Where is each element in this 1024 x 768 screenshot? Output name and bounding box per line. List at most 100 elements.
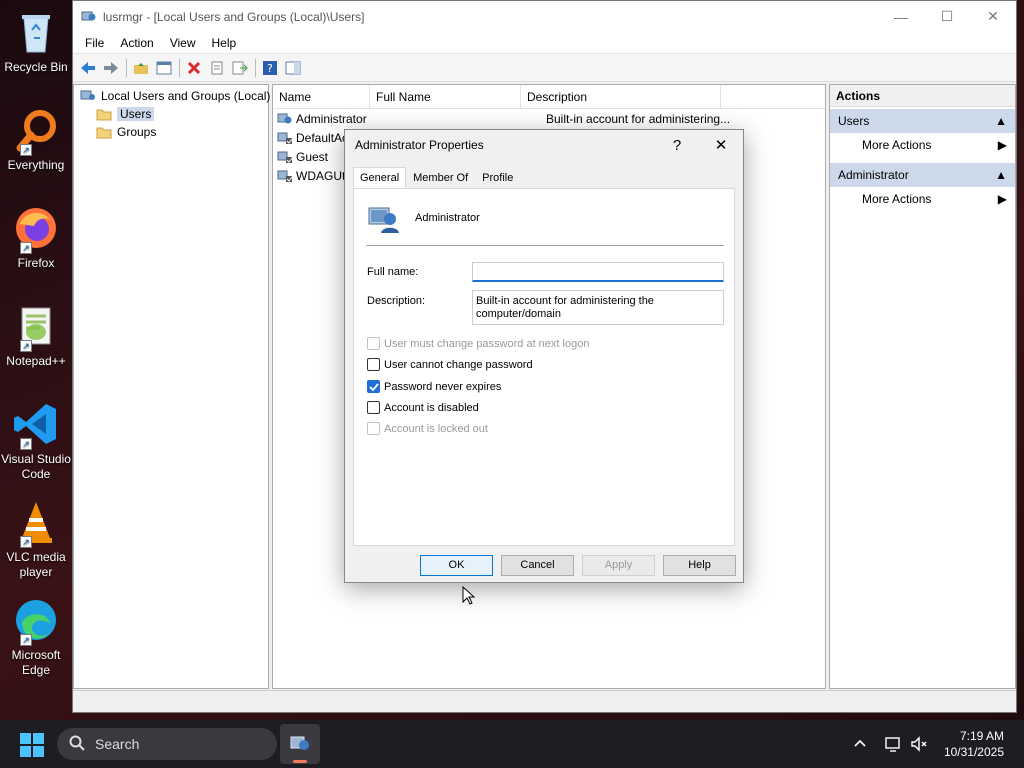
firefox-icon: ↗ (12, 204, 60, 254)
menu-help[interactable]: Help (204, 36, 245, 50)
full-name-field[interactable] (472, 262, 724, 282)
section-title: Users (838, 114, 870, 128)
checkbox-label: Account is locked out (384, 422, 488, 435)
shortcut-arrow-icon: ↗ (20, 536, 32, 548)
tree-root[interactable]: Local Users and Groups (Local) (74, 87, 270, 105)
toolbar-separator (126, 58, 127, 77)
recycle-bin-icon (12, 8, 60, 56)
tab-member-of[interactable]: Member Of (406, 167, 475, 188)
collapse-icon[interactable]: ▲ (995, 168, 1007, 182)
volume-muted-icon[interactable] (910, 735, 928, 756)
desktop-icon-firefox[interactable]: ↗ Firefox (0, 204, 72, 271)
tree-item-label: Groups (117, 125, 157, 139)
user-header: Administrator (366, 201, 480, 235)
submenu-arrow-icon: ▶ (997, 138, 1007, 152)
must-change-password-checkbox[interactable]: User must change password at next logon (367, 337, 589, 350)
desktop-icon-edge[interactable]: ↗ Microsoft Edge (0, 596, 72, 678)
password-never-expires-checkbox[interactable]: Password never expires (367, 380, 501, 393)
column-name[interactable]: Name (273, 85, 370, 109)
user-icon (277, 111, 293, 127)
user-icon (277, 149, 293, 165)
minimize-button[interactable]: — (878, 1, 924, 32)
desktop-icon-notepadpp[interactable]: ↗ Notepad++ (0, 302, 72, 369)
shortcut-arrow-icon: ↗ (20, 634, 32, 646)
list-row[interactable]: Administrator Built-in account for admin… (273, 109, 825, 128)
account-disabled-checkbox[interactable]: Account is disabled (367, 401, 479, 414)
properties-icon[interactable] (206, 57, 228, 79)
submenu-arrow-icon: ▶ (997, 192, 1007, 206)
toolbar-separator (255, 58, 256, 77)
collapse-icon[interactable]: ▲ (995, 114, 1007, 128)
taskbar-clock[interactable]: 7:19 AM 10/31/2025 (944, 728, 1004, 760)
action-label: More Actions (862, 138, 932, 152)
search-icon (69, 735, 85, 754)
checkmark-icon (367, 380, 380, 393)
help-icon[interactable]: ? (259, 57, 281, 79)
checkbox-box (367, 422, 380, 435)
taskbar-lusrmgr-button[interactable] (280, 724, 320, 764)
actions-section-administrator[interactable]: Administrator ▲ (830, 163, 1015, 187)
close-button[interactable]: ✕ (970, 1, 1016, 32)
start-icon[interactable] (20, 733, 44, 760)
maximize-button[interactable]: ☐ (924, 1, 970, 32)
cannot-change-password-checkbox[interactable]: User cannot change password (367, 358, 533, 371)
show-hide-tree-icon[interactable] (153, 57, 175, 79)
tab-profile[interactable]: Profile (475, 167, 520, 188)
menu-file[interactable]: File (77, 36, 112, 50)
user-name-label: Administrator (415, 212, 480, 224)
column-description[interactable]: Description (521, 85, 721, 109)
checkbox-box (367, 401, 380, 414)
clock-time: 7:19 AM (959, 729, 1004, 743)
forward-icon[interactable] (100, 57, 122, 79)
desktop-icon-label: Notepad++ (6, 354, 66, 368)
tab-general[interactable]: General (353, 167, 407, 188)
desktop-icon-recycle-bin[interactable]: Recycle Bin (0, 8, 72, 75)
desktop-icon-everything[interactable]: ↗ Everything (0, 106, 72, 173)
apply-button[interactable]: Apply (582, 555, 655, 576)
description-field[interactable]: Built-in account for administering the c… (472, 290, 724, 325)
user-name: Administrator (296, 111, 367, 126)
more-actions-administrator[interactable]: More Actions ▶ (830, 187, 1015, 211)
cancel-button[interactable]: Cancel (501, 555, 574, 576)
help-button[interactable]: Help (663, 555, 736, 576)
vlc-icon: ↗ (12, 498, 60, 548)
delete-icon[interactable] (183, 57, 205, 79)
tree-item-groups[interactable]: Groups (74, 123, 268, 141)
network-icon[interactable] (884, 735, 902, 756)
menu-action[interactable]: Action (112, 36, 161, 50)
window-titlebar[interactable]: lusrmgr - [Local Users and Groups (Local… (73, 1, 1016, 32)
desktop-icon-vscode[interactable]: ↗ Visual Studio Code (0, 400, 72, 482)
back-icon[interactable] (77, 57, 99, 79)
desktop-icon-vlc[interactable]: ↗ VLC media player (0, 498, 72, 580)
dialog-titlebar[interactable]: Administrator Properties ? ✕ (345, 130, 743, 160)
up-folder-icon[interactable] (130, 57, 152, 79)
description-label: Description: (367, 295, 426, 307)
administrator-properties-dialog: Administrator Properties ? ✕ General Mem… (344, 129, 744, 583)
show-hidden-icons-icon[interactable] (852, 735, 868, 754)
desktop-icon-label: Everything (7, 158, 65, 172)
taskbar: Search 7:19 AM 10/31/2025 (0, 720, 1024, 768)
folder-icon (96, 107, 112, 121)
tree-item-label: Users (117, 107, 155, 121)
tree-item-users[interactable]: Users (74, 105, 268, 123)
user-icon (277, 130, 293, 146)
mouse-cursor-icon (462, 585, 476, 609)
more-actions-users[interactable]: More Actions ▶ (830, 133, 1015, 157)
column-full-name[interactable]: Full Name (370, 85, 521, 109)
edge-icon: ↗ (12, 596, 60, 646)
notepadpp-icon: ↗ (12, 302, 60, 352)
dialog-help-button[interactable]: ? (655, 137, 699, 154)
taskbar-search[interactable]: Search (57, 728, 277, 760)
actions-header: Actions (830, 85, 1015, 107)
ok-button[interactable]: OK (420, 555, 493, 576)
export-list-icon[interactable] (229, 57, 251, 79)
checkbox-box (367, 358, 380, 371)
menu-view[interactable]: View (162, 36, 204, 50)
account-locked-out-checkbox[interactable]: Account is locked out (367, 422, 488, 435)
dialog-close-button[interactable]: ✕ (699, 136, 743, 154)
actions-section-users[interactable]: Users ▲ (830, 109, 1015, 133)
lusrmgr-taskbar-icon (290, 736, 309, 750)
action-pane-icon[interactable] (282, 57, 304, 79)
svg-text:?: ? (267, 62, 273, 75)
status-bar (73, 690, 1016, 712)
